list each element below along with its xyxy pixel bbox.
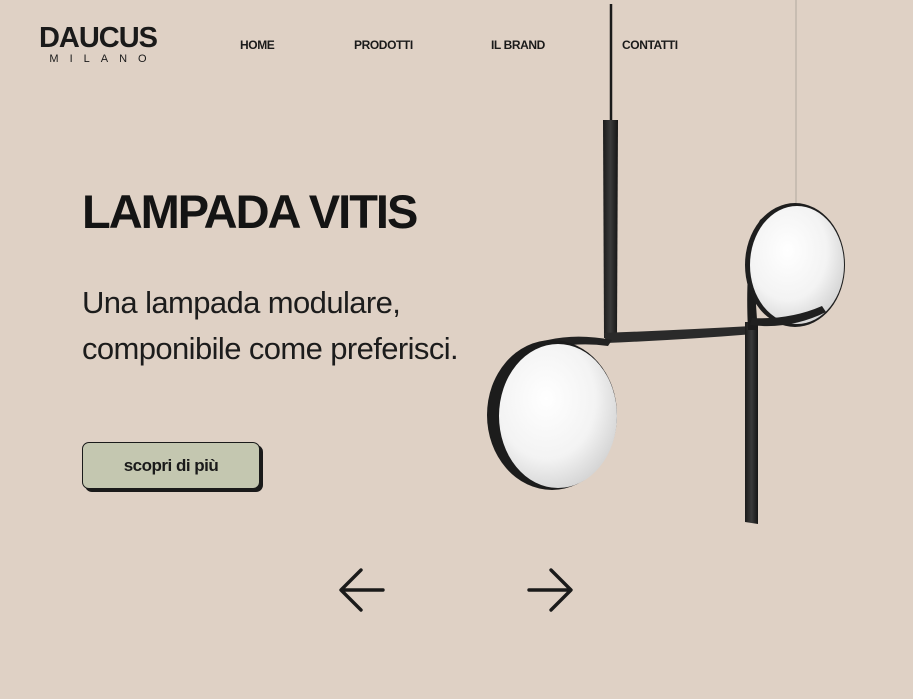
nav-item-home[interactable]: HOME xyxy=(240,38,275,52)
arrow-right-icon[interactable] xyxy=(525,566,575,614)
lamp-vitis-image xyxy=(487,0,845,524)
nav-item-prodotti[interactable]: PRODOTTI xyxy=(354,38,413,52)
brand-name: DAUCUS xyxy=(38,22,158,54)
brand-subtitle: MILANO xyxy=(49,53,158,65)
brand-logo[interactable]: DAUCUS MILANO xyxy=(34,24,162,65)
hero-description: Una lampada modulare, componibile come p… xyxy=(82,285,459,366)
arrow-left-icon[interactable] xyxy=(337,566,387,614)
discover-more-button[interactable]: scopri di più xyxy=(82,442,260,489)
hero-title: LAMPADA VITIS xyxy=(82,185,418,238)
